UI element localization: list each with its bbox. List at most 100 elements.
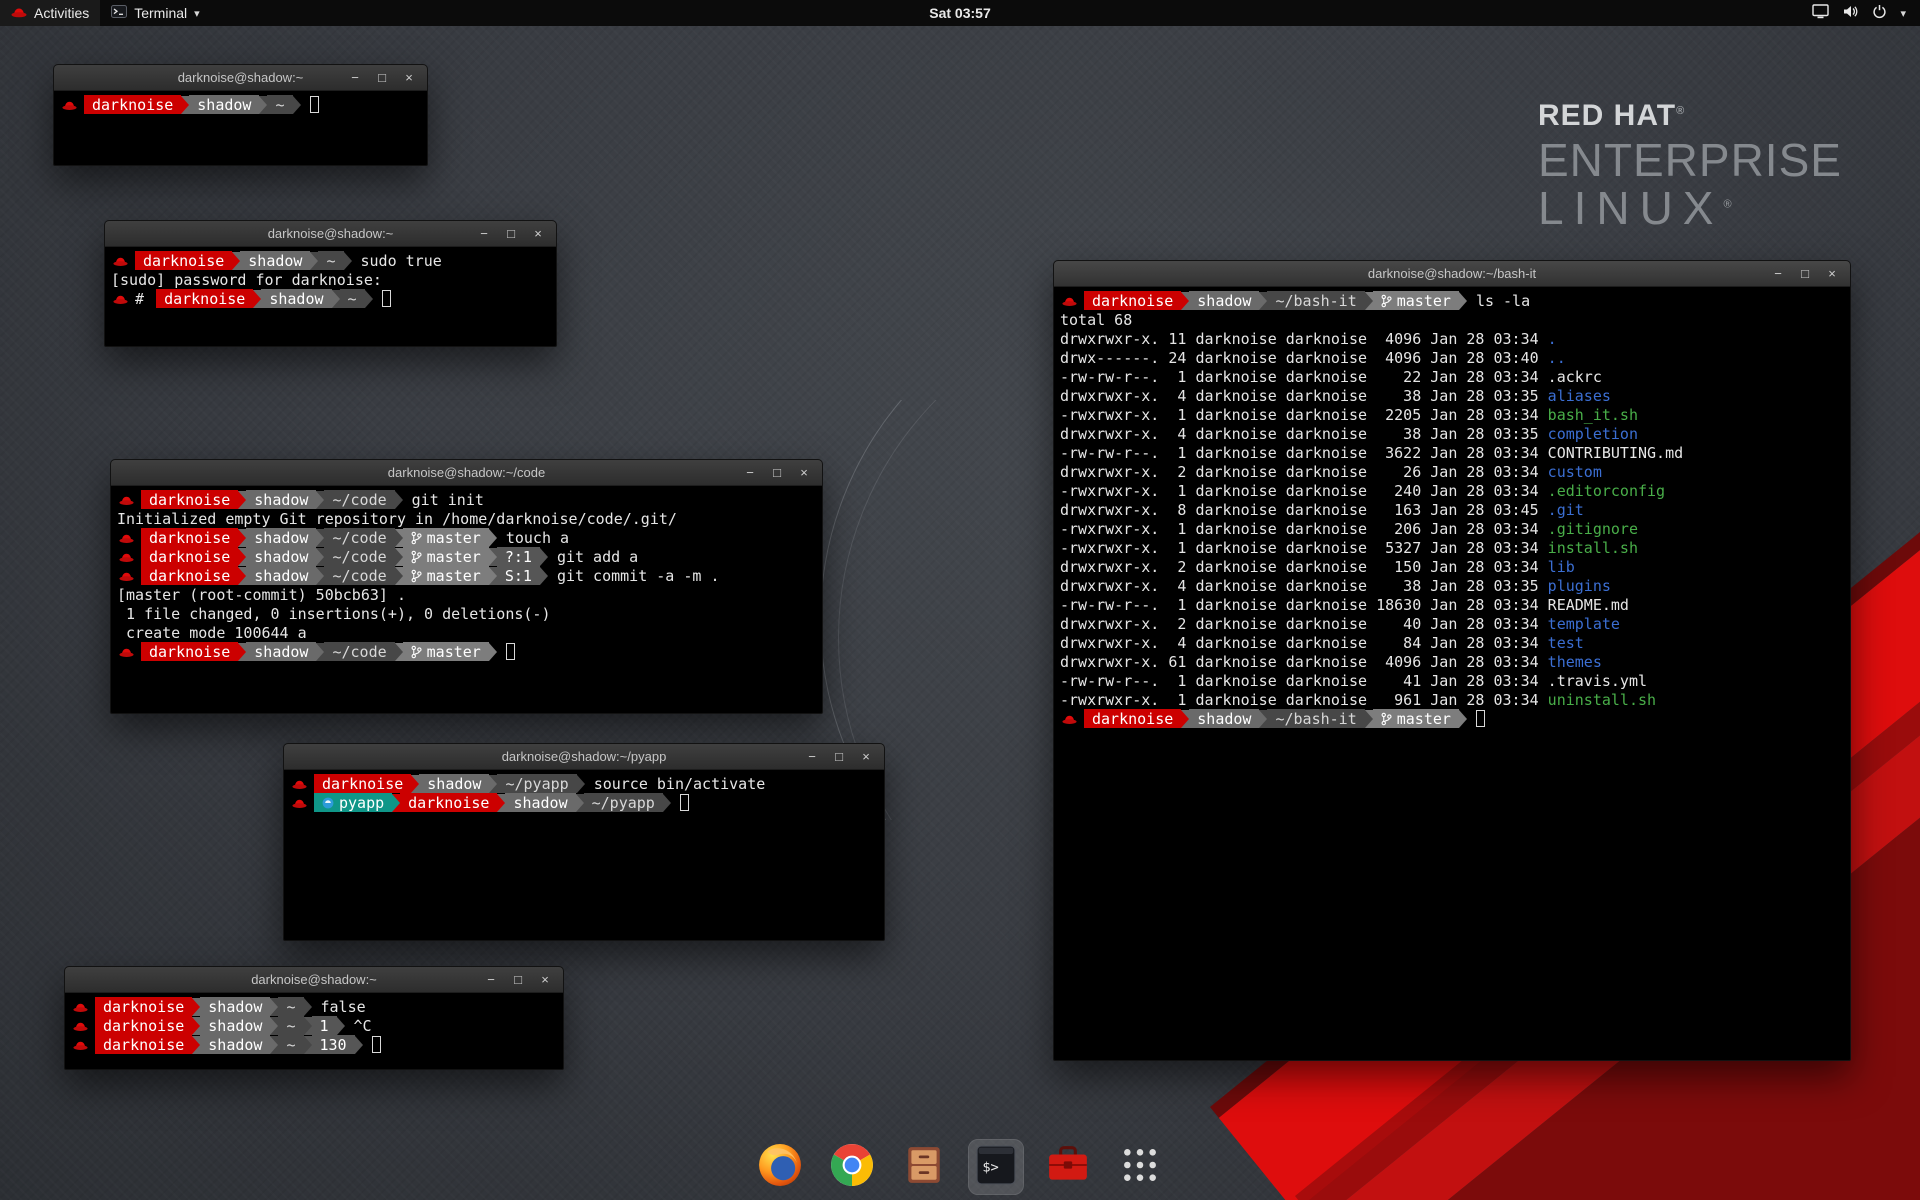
terminal-output-line: drwxrwxr-x. 4 darknoise darknoise 84 Jan… xyxy=(1060,633,1844,652)
window-titlebar[interactable]: darknoise@shadow:~−□× xyxy=(65,967,563,993)
dock-item-terminal[interactable]: $> xyxy=(969,1140,1023,1194)
dock-item-chrome[interactable] xyxy=(825,1140,879,1194)
clock[interactable]: Sat 03:57 xyxy=(929,5,990,21)
minimize-button[interactable]: − xyxy=(739,463,761,483)
prompt-segment-host: shadow xyxy=(246,642,316,661)
dock-item-show-apps[interactable] xyxy=(1113,1140,1167,1194)
terminal-content[interactable]: darknoiseshadow~sudo true[sudo] password… xyxy=(105,247,556,346)
powerline-separator-icon xyxy=(663,794,671,812)
svg-text:$>: $> xyxy=(982,1159,998,1175)
app-menu-terminal[interactable]: Terminal ▾ xyxy=(100,0,210,26)
prompt-segment-host: shadow xyxy=(200,1016,270,1035)
terminal-output-line: drwxrwxr-x. 2 darknoise darknoise 40 Jan… xyxy=(1060,614,1844,633)
powerline-separator-icon xyxy=(316,567,324,585)
chrome-icon xyxy=(830,1143,874,1192)
powerline-separator-icon xyxy=(238,643,246,661)
close-button[interactable]: × xyxy=(793,463,815,483)
powerline-separator-icon xyxy=(489,548,497,566)
prompt-segment-user: darknoise xyxy=(400,793,497,812)
maximize-button[interactable]: □ xyxy=(371,68,393,88)
prompt-segment-host: shadow xyxy=(1189,291,1259,310)
close-button[interactable]: × xyxy=(1821,264,1843,284)
command-text: ^C xyxy=(354,1017,372,1035)
powerline-separator-icon xyxy=(1259,292,1267,310)
window-titlebar[interactable]: darknoise@shadow:~−□× xyxy=(105,221,556,247)
terminal-output-line: drwxrwxr-x. 11 darknoise darknoise 4096 … xyxy=(1060,329,1844,348)
window-terminal-code: darknoise@shadow:~/code−□×darknoiseshado… xyxy=(110,459,823,714)
minimize-button[interactable]: − xyxy=(801,747,823,767)
minimize-button[interactable]: − xyxy=(480,970,502,990)
terminal-prompt-line: darknoiseshadow~/codemaster?:1git add a xyxy=(117,547,816,566)
prompt-segment-host: shadow xyxy=(246,566,316,585)
prompt-segment-status: ?:1 xyxy=(497,547,540,566)
terminal-output-line: -rwxrwxr-x. 1 darknoise darknoise 206 Ja… xyxy=(1060,519,1844,538)
minimize-button[interactable]: − xyxy=(473,224,495,244)
powerline-separator-icon xyxy=(192,998,200,1016)
powerline-separator-icon xyxy=(1365,292,1373,310)
dock-item-toolbox[interactable] xyxy=(1041,1140,1095,1194)
terminal-prompt-line: darknoiseshadow~/codemaster xyxy=(117,642,816,661)
maximize-button[interactable]: □ xyxy=(766,463,788,483)
prompt-segment-user: darknoise xyxy=(141,528,238,547)
terminal-content[interactable]: darknoiseshadow~/codegit initInitialized… xyxy=(111,486,822,713)
powerline-separator-icon xyxy=(497,794,505,812)
powerline-separator-icon xyxy=(395,643,403,661)
powerline-separator-icon xyxy=(1365,710,1373,728)
system-status-area[interactable]: ▾ xyxy=(1798,0,1920,26)
terminal-prompt-line: darknoiseshadow~/bash-itmasterls -la xyxy=(1060,291,1844,310)
terminal-output-line: create mode 100644 a xyxy=(117,623,816,642)
power-icon xyxy=(1872,4,1887,22)
prompt-segment-user: darknoise xyxy=(156,289,253,308)
prompt-segment-user: darknoise xyxy=(95,1035,192,1054)
window-titlebar[interactable]: darknoise@shadow:~/pyapp−□× xyxy=(284,744,884,770)
redhat-prompt-icon xyxy=(73,1001,88,1013)
minimize-button[interactable]: − xyxy=(344,68,366,88)
powerline-separator-icon xyxy=(304,1017,312,1035)
terminal-output-line: -rwxrwxr-x. 1 darknoise darknoise 5327 J… xyxy=(1060,538,1844,557)
terminal-app-icon xyxy=(111,5,127,21)
python-venv-icon xyxy=(322,797,334,809)
powerline-separator-icon xyxy=(411,775,419,793)
close-button[interactable]: × xyxy=(527,224,549,244)
terminal-prompt-line: # darknoiseshadow~ xyxy=(111,289,550,308)
maximize-button[interactable]: □ xyxy=(507,970,529,990)
powerline-separator-icon xyxy=(395,491,403,509)
powerline-separator-icon xyxy=(192,1036,200,1054)
terminal-cursor xyxy=(680,794,689,811)
close-button[interactable]: × xyxy=(534,970,556,990)
maximize-button[interactable]: □ xyxy=(1794,264,1816,284)
command-text: source bin/activate xyxy=(594,775,766,793)
powerline-separator-icon xyxy=(576,794,584,812)
activities-button[interactable]: Activities xyxy=(0,0,100,26)
terminal-content[interactable]: darknoiseshadow~/pyappsource bin/activat… xyxy=(284,770,884,940)
window-title: darknoise@shadow:~/code xyxy=(111,465,822,480)
redhat-prompt-icon xyxy=(119,570,134,582)
terminal-output-line: drwxrwxr-x. 8 darknoise darknoise 163 Ja… xyxy=(1060,500,1844,519)
minimize-button[interactable]: − xyxy=(1767,264,1789,284)
terminal-prompt-line: darknoiseshadow~/codegit init xyxy=(117,490,816,509)
redhat-prompt-icon xyxy=(119,551,134,563)
powerline-separator-icon xyxy=(238,491,246,509)
powerline-separator-icon xyxy=(232,252,240,270)
maximize-button[interactable]: □ xyxy=(828,747,850,767)
window-titlebar[interactable]: darknoise@shadow:~/bash-it−□× xyxy=(1054,261,1850,287)
window-titlebar[interactable]: darknoise@shadow:~−□× xyxy=(54,65,427,91)
powerline-separator-icon xyxy=(577,775,585,793)
window-titlebar[interactable]: darknoise@shadow:~/code−□× xyxy=(111,460,822,486)
files-icon xyxy=(903,1144,945,1191)
root-indicator: # xyxy=(135,290,153,308)
maximize-button[interactable]: □ xyxy=(500,224,522,244)
terminal-content[interactable]: darknoiseshadow~ xyxy=(54,91,427,165)
close-button[interactable]: × xyxy=(855,747,877,767)
terminal-content[interactable]: darknoiseshadow~falsedarknoiseshadow~1^C… xyxy=(65,993,563,1069)
terminal-content[interactable]: darknoiseshadow~/bash-itmasterls -latota… xyxy=(1054,287,1850,1060)
powerline-separator-icon xyxy=(259,96,267,114)
prompt-segment-user: darknoise xyxy=(135,251,232,270)
terminal-output-line: drwxrwxr-x. 4 darknoise darknoise 38 Jan… xyxy=(1060,386,1844,405)
terminal-cursor xyxy=(382,290,391,307)
powerline-separator-icon xyxy=(316,548,324,566)
close-button[interactable]: × xyxy=(398,68,420,88)
dock-item-firefox[interactable] xyxy=(753,1140,807,1194)
window-terminal-sudo: darknoise@shadow:~−□×darknoiseshadow~sud… xyxy=(104,220,557,347)
dock-item-files[interactable] xyxy=(897,1140,951,1194)
